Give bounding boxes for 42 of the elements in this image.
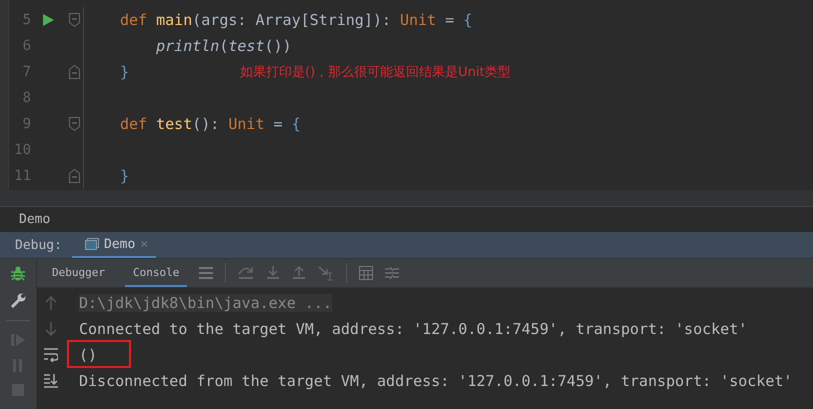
- resume-icon[interactable]: [11, 333, 25, 347]
- code-line: println(test()): [155, 37, 292, 55]
- step-out-icon[interactable]: [292, 266, 306, 280]
- panel-tab[interactable]: Debugger: [44, 259, 113, 287]
- wrench-icon[interactable]: [10, 293, 26, 308]
- step-into-icon[interactable]: [266, 266, 280, 280]
- trace-icon[interactable]: [385, 267, 400, 279]
- line-number: 8: [22, 90, 31, 106]
- panel-tab[interactable]: Console: [124, 259, 188, 287]
- fold-icon[interactable]: [68, 13, 80, 27]
- line-number: 6: [22, 38, 31, 54]
- soft-wrap-icon[interactable]: [44, 348, 58, 362]
- menu-icon[interactable]: [199, 267, 214, 279]
- down-arrow-icon[interactable]: [45, 322, 57, 336]
- debug-label: Debug:: [14, 236, 63, 254]
- fold-icon[interactable]: [68, 169, 80, 183]
- calculator-icon[interactable]: [359, 266, 374, 280]
- console-line: Disconnected from the target VM, address: '127.0.0.1:7459', transport: 'socket': [79, 372, 792, 390]
- step-over-icon[interactable]: [238, 266, 254, 280]
- fold-icon[interactable]: [68, 117, 80, 131]
- pause-icon[interactable]: [12, 359, 24, 372]
- line-number: 11: [13, 168, 31, 184]
- bug-icon[interactable]: [11, 266, 25, 281]
- code-line: }: [120, 63, 130, 81]
- scroll-to-end-icon[interactable]: [44, 374, 58, 388]
- run-title: Demo: [19, 212, 50, 227]
- annotation-text: 如果打印是()，那么很可能返回结果是Unit类型: [240, 64, 511, 81]
- console-line: Connected to the target VM, address: '127.0.0.1:7459', transport: 'socket': [79, 320, 748, 338]
- line-number: 7: [22, 64, 31, 80]
- console-line: (): [79, 346, 98, 364]
- line-number: 10: [13, 142, 31, 158]
- console-window-icon: [85, 238, 99, 250]
- line-number: 9: [22, 116, 31, 132]
- up-arrow-icon[interactable]: [45, 296, 57, 310]
- horizontal-scrollbar[interactable]: [0, 190, 813, 207]
- code-line: def test(): Unit = {: [120, 115, 301, 133]
- run-icon[interactable]: [42, 14, 54, 26]
- code-line: def main(args: Array[String]): Unit = {: [120, 11, 472, 29]
- code-line: }: [120, 167, 130, 185]
- fold-icon[interactable]: [68, 65, 80, 79]
- run-to-cursor-icon[interactable]: [318, 266, 334, 280]
- line-number: 5: [22, 12, 31, 28]
